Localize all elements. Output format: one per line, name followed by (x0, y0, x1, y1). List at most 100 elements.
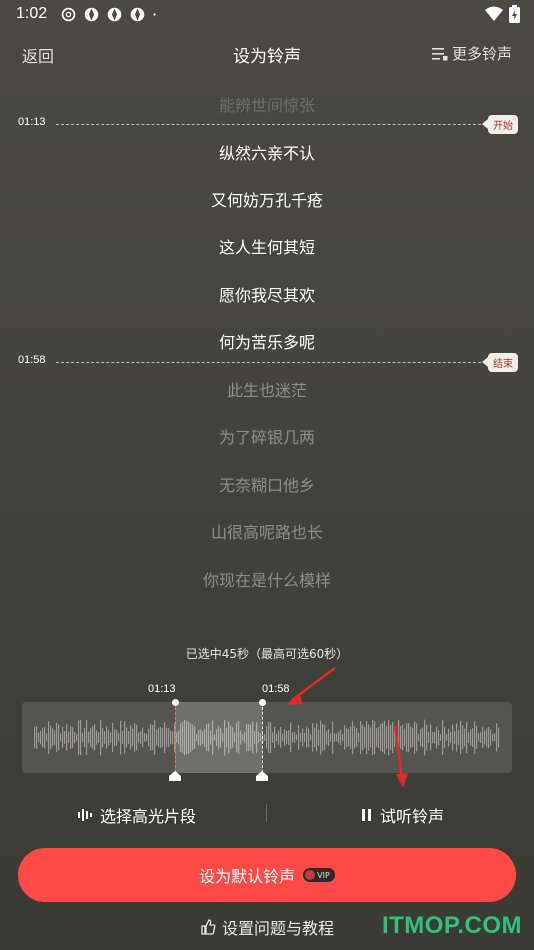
waveform-bar (274, 727, 276, 748)
waveform-bar (172, 730, 174, 745)
waveform-bar (36, 726, 38, 749)
waveform-bar (122, 730, 124, 745)
waveform-bar (152, 724, 154, 751)
lyric-line[interactable]: 愿你我尽其欢 (0, 282, 534, 306)
waveform-bar (360, 721, 362, 754)
selection-end-line (262, 702, 263, 773)
end-marker-tag: 结束 (482, 353, 518, 372)
waveform-bar (362, 724, 364, 751)
waveform-bar (128, 730, 130, 745)
set-default-ringtone-button[interactable]: 设为默认铃声 VIP (18, 848, 516, 902)
lyric-line[interactable]: 纵然六亲不认 (0, 140, 534, 164)
waveform-bar (302, 728, 304, 747)
waveform-bar (344, 725, 346, 750)
waveform-bar (266, 726, 268, 749)
waveform-bars (34, 719, 500, 756)
waveform-bar (54, 730, 56, 745)
more-ringtones-label: 更多铃声 (451, 45, 512, 63)
waveform-bar (66, 724, 68, 751)
more-ringtones-button[interactable]: 更多铃声 (431, 43, 512, 64)
waveform-bar (358, 732, 360, 743)
waveform-bar (424, 719, 426, 756)
waveform-icon (78, 809, 92, 821)
waveform-bar (160, 727, 162, 748)
vip-badge: VIP (303, 868, 335, 882)
start-marker[interactable]: 01:13 开始 (0, 114, 534, 134)
waveform-bar (486, 728, 488, 747)
waveform-bar (158, 727, 160, 748)
waveform[interactable] (22, 702, 512, 773)
waveform-bar (338, 731, 340, 744)
waveform-bar (446, 733, 448, 742)
nav-bar: 返回 设为铃声 更多铃声 (0, 38, 534, 68)
netease-icon (61, 7, 76, 22)
end-handle[interactable] (256, 771, 268, 781)
waveform-bar (440, 734, 442, 741)
wifi-icon (485, 6, 503, 21)
waveform-bar (366, 720, 368, 755)
waveform-bar (70, 726, 72, 749)
waveform-selection[interactable] (175, 702, 262, 773)
preview-ringtone-button[interactable]: 试听铃声 (361, 803, 444, 827)
lyric-line[interactable]: 此生也迷茫 (0, 377, 534, 401)
lyric-line[interactable]: 山很高呢路也长 (0, 519, 534, 543)
waveform-bar (372, 719, 374, 756)
waveform-bar (374, 721, 376, 754)
selection-info: 已选中45秒（最高可选60秒） (185, 647, 349, 661)
lyric-line[interactable]: 何为苦乐多呢 (0, 329, 534, 353)
waveform-bar (320, 720, 322, 755)
waveform-bar (328, 729, 330, 746)
vip-badge-label: VIP (317, 870, 330, 880)
waveform-bar (354, 726, 356, 749)
waveform-bar (382, 722, 384, 753)
waveform-bar (288, 730, 290, 745)
waveform-bar (162, 727, 164, 748)
back-button[interactable]: 返回 (22, 43, 54, 67)
waveform-bar (280, 727, 282, 748)
waveform-bar (322, 723, 324, 752)
waveform-bar (418, 733, 420, 742)
status-system-icons (485, 5, 520, 23)
waveform-bar (470, 729, 472, 746)
waveform-bar (112, 722, 114, 753)
lyric-line[interactable]: 能辨世间惊张 (0, 92, 534, 116)
waveform-bar (454, 731, 456, 744)
waveform-bar (468, 731, 470, 744)
waveform-bar (340, 729, 342, 746)
waveform-bar (304, 732, 306, 743)
battery-icon (509, 5, 520, 23)
waveform-bar (144, 733, 146, 742)
end-marker[interactable]: 01:58 结束 (0, 352, 534, 372)
lyric-line[interactable]: 无奈糊口他乡 (0, 472, 534, 496)
waveform-bar (330, 733, 332, 742)
waveform-bar (326, 730, 328, 745)
waveform-bar (268, 722, 270, 753)
waveform-bar (458, 729, 460, 746)
waveform-bar (136, 724, 138, 751)
waveform-bar (150, 724, 152, 751)
start-marker-line (56, 124, 486, 125)
list-icon (431, 47, 448, 60)
waveform-bar (488, 726, 490, 749)
waveform-bar (96, 730, 98, 745)
lyric-line[interactable]: 你现在是什么模样 (0, 567, 534, 591)
waveform-bar (296, 734, 298, 741)
waveform-bar (40, 730, 42, 745)
lyric-line[interactable]: 又何妨万孔千疮 (0, 187, 534, 211)
waveform-bar (64, 730, 66, 745)
lyric-line[interactable]: 这人生何其短 (0, 234, 534, 258)
waveform-bar (116, 729, 118, 746)
thumb-up-icon (201, 919, 216, 935)
start-handle[interactable] (169, 771, 181, 781)
waveform-bar (294, 732, 296, 743)
waveform-bar (420, 728, 422, 747)
waveform-bar (148, 728, 150, 747)
selection-start-line (175, 702, 176, 773)
waveform-bar (434, 731, 436, 744)
end-marker-line (56, 362, 486, 363)
lyric-line[interactable]: 为了碎银几两 (0, 424, 534, 448)
waveform-bar (134, 723, 136, 752)
select-highlight-button[interactable]: 选择高光片段 (77, 803, 196, 827)
waveform-bar (456, 723, 458, 752)
waveform-bar (494, 733, 496, 742)
